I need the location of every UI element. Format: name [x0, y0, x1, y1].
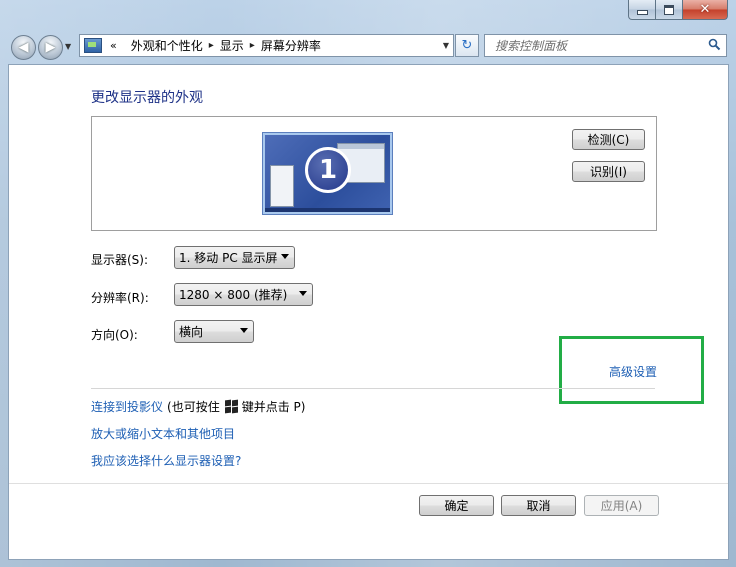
divider — [91, 388, 655, 389]
display-label: 显示器(S): — [91, 253, 149, 267]
back-button[interactable]: ◀ — [11, 35, 36, 60]
detect-button[interactable]: 检测(C) — [572, 129, 645, 150]
minimize-button[interactable] — [628, 0, 656, 20]
forward-arrow-icon: ▶ — [45, 40, 56, 55]
monitor-panel-icon — [270, 165, 294, 207]
refresh-button[interactable]: ↻ — [455, 34, 479, 57]
control-panel-icon — [84, 38, 102, 53]
window-frame: ✕ ◀ ▶ ▼ « 外观和个性化 ▸ 显示 ▸ 屏幕分辨率 ▼ ↻ 更改显示器的… — [0, 0, 736, 567]
breadcrumb-separator-icon[interactable]: ▸ — [250, 40, 255, 51]
resolution-select-value: 1280 × 800 (推荐) — [179, 288, 288, 302]
address-bar[interactable]: « 外观和个性化 ▸ 显示 ▸ 屏幕分辨率 ▼ — [79, 34, 454, 57]
advanced-settings-link[interactable]: 高级设置 — [609, 363, 657, 380]
recent-pages-dropdown-icon[interactable]: ▼ — [65, 42, 71, 51]
apply-button[interactable]: 应用(A) — [584, 495, 659, 516]
content-pane: 更改显示器的外观 1 检测(C) 识别(I) 显示器(S): 1. 移动 PC … — [8, 64, 729, 560]
identify-button[interactable]: 识别(I) — [572, 161, 645, 182]
maximize-icon — [664, 4, 674, 15]
resolution-select[interactable]: 1280 × 800 (推荐) — [174, 283, 313, 306]
forward-button[interactable]: ▶ — [38, 35, 63, 60]
projector-hint-suffix: 键并点击 P) — [241, 400, 306, 414]
text-size-link[interactable]: 放大或缩小文本和其他项目 — [91, 425, 235, 442]
breadcrumb-separator-icon[interactable]: ▸ — [209, 40, 214, 51]
back-arrow-icon: ◀ — [18, 40, 29, 55]
refresh-icon: ↻ — [461, 38, 473, 53]
breadcrumb-screen-resolution[interactable]: 屏幕分辨率 — [261, 37, 321, 54]
search-icon[interactable] — [708, 38, 721, 51]
windows-logo-icon — [224, 399, 238, 414]
chevron-down-icon — [281, 254, 289, 259]
projector-hint-prefix: (也可按住 — [167, 400, 220, 414]
footer-divider — [9, 483, 728, 484]
display-select-value: 1. 移动 PC 显示屏 — [179, 251, 278, 265]
minimize-icon — [636, 9, 648, 15]
resolution-label: 分辨率(R): — [91, 291, 149, 305]
monitor-1-icon[interactable]: 1 — [263, 133, 392, 214]
monitor-number-badge: 1 — [305, 147, 351, 193]
close-button[interactable]: ✕ — [683, 0, 728, 20]
address-dropdown-icon[interactable]: ▼ — [443, 41, 449, 50]
maximize-button[interactable] — [656, 0, 683, 20]
connect-projector-link[interactable]: 连接到投影仪 — [91, 398, 163, 415]
which-settings-link[interactable]: 我应该选择什么显示器设置? — [91, 452, 241, 469]
chevron-down-icon — [299, 291, 307, 296]
page-title: 更改显示器的外观 — [91, 90, 203, 106]
breadcrumb-appearance[interactable]: 外观和个性化 — [131, 37, 203, 54]
orientation-label: 方向(O): — [91, 328, 138, 342]
projector-row: 连接到投影仪 (也可按住 键并点击 P) — [91, 398, 305, 415]
cancel-button[interactable]: 取消 — [501, 495, 576, 516]
breadcrumb-overflow[interactable]: « — [110, 39, 117, 52]
search-box[interactable] — [484, 34, 727, 57]
ok-button[interactable]: 确定 — [419, 495, 494, 516]
monitor-preview-area: 1 检测(C) 识别(I) — [91, 116, 657, 231]
orientation-select-value: 横向 — [179, 325, 204, 339]
breadcrumb-display[interactable]: 显示 — [220, 37, 244, 54]
caption-buttons: ✕ — [628, 0, 728, 20]
chevron-down-icon — [240, 328, 248, 333]
orientation-select[interactable]: 横向 — [174, 320, 254, 343]
monitor-taskbar — [265, 208, 390, 212]
search-input[interactable] — [493, 37, 697, 54]
close-icon: ✕ — [699, 2, 711, 17]
display-select[interactable]: 1. 移动 PC 显示屏 — [174, 246, 295, 269]
